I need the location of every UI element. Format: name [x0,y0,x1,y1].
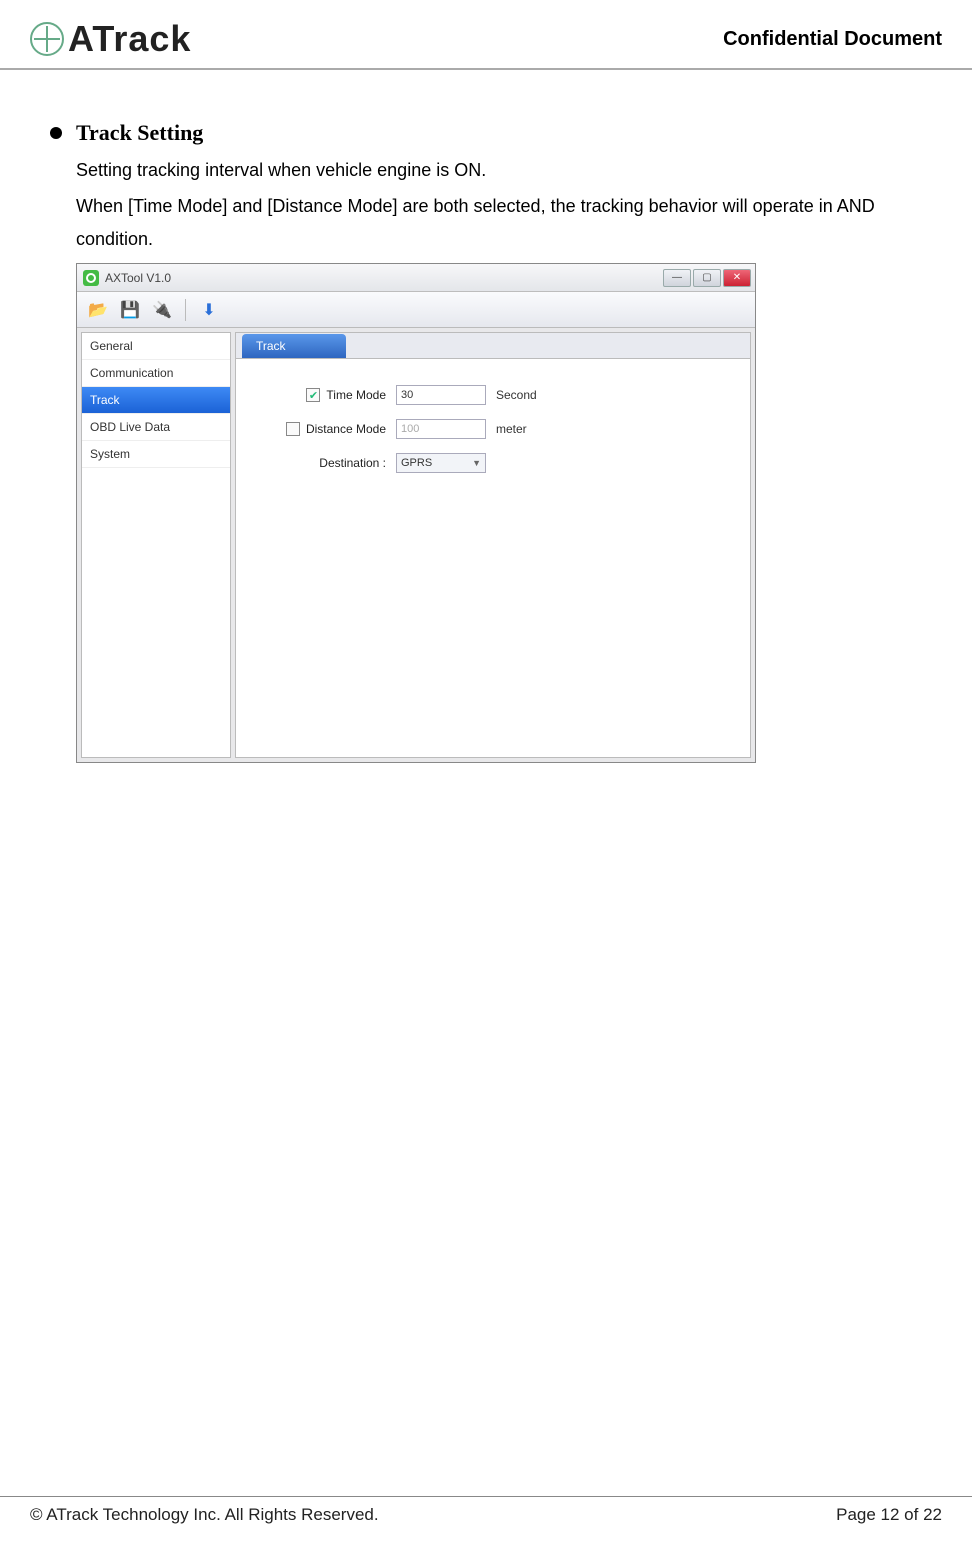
distance-mode-unit: meter [496,422,527,436]
chevron-down-icon: ▼ [472,458,481,468]
time-mode-label[interactable]: Time Mode [256,388,386,402]
distance-mode-label[interactable]: Distance Mode [256,422,386,436]
row-time-mode: Time Mode Second [256,385,730,405]
close-button[interactable]: ✕ [723,269,751,287]
main-panel: Track Time Mode Second Dist [235,332,751,758]
page-header: ATrack Confidential Document [0,0,972,70]
bullet-icon [50,127,62,139]
section-heading: Track Setting [50,120,942,146]
logo: ATrack [30,18,191,60]
logo-text: ATrack [68,18,191,60]
confidential-label: Confidential Document [723,28,942,51]
toolbar: 📂 💾 🔌 ⬇ [77,292,755,328]
open-icon[interactable]: 📂 [87,299,109,321]
title-bar: AXTool V1.0 — ▢ ✕ [77,264,755,292]
sidebar: General Communication Track OBD Live Dat… [81,332,231,758]
app-body: General Communication Track OBD Live Dat… [77,328,755,762]
toolbar-separator [185,299,186,321]
page-footer: © ATrack Technology Inc. All Rights Rese… [0,1496,972,1525]
destination-value: GPRS [401,457,432,469]
distance-mode-text: Distance Mode [306,422,386,436]
track-form: Time Mode Second Distance Mode meter [236,359,750,513]
time-mode-checkbox[interactable] [306,388,320,402]
distance-mode-input[interactable] [396,419,486,439]
crosshair-icon [30,22,64,56]
sidebar-item-obd[interactable]: OBD Live Data [82,414,230,441]
time-mode-input[interactable] [396,385,486,405]
sidebar-item-track[interactable]: Track [82,387,230,414]
time-mode-unit: Second [496,388,537,402]
minimize-button[interactable]: — [663,269,691,287]
sidebar-item-system[interactable]: System [82,441,230,468]
destination-label: Destination : [256,456,386,470]
content-area: Track Setting Setting tracking interval … [0,70,972,763]
sidebar-item-general[interactable]: General [82,333,230,360]
window-title: AXTool V1.0 [105,271,171,285]
row-distance-mode: Distance Mode meter [256,419,730,439]
sidebar-item-communication[interactable]: Communication [82,360,230,387]
row-destination: Destination : GPRS ▼ [256,453,730,473]
footer-left: © ATrack Technology Inc. All Rights Rese… [30,1505,379,1525]
window-buttons: — ▢ ✕ [663,269,751,287]
app-window: AXTool V1.0 — ▢ ✕ 📂 💾 🔌 ⬇ General Commun… [76,263,756,763]
tab-bar: Track [236,333,750,359]
time-mode-text: Time Mode [326,388,386,402]
section-desc-1: Setting tracking interval when vehicle e… [76,154,942,186]
save-icon[interactable]: 💾 [119,299,141,321]
maximize-button[interactable]: ▢ [693,269,721,287]
device-icon[interactable]: 🔌 [151,299,173,321]
destination-combo[interactable]: GPRS ▼ [396,453,486,473]
section-title: Track Setting [76,120,203,146]
app-icon [83,270,99,286]
distance-mode-checkbox[interactable] [286,422,300,436]
download-icon[interactable]: ⬇ [198,299,220,321]
tab-track[interactable]: Track [242,334,346,358]
footer-right: Page 12 of 22 [836,1505,942,1525]
section-desc-2: When [Time Mode] and [Distance Mode] are… [76,190,942,255]
title-bar-left: AXTool V1.0 [83,270,171,286]
